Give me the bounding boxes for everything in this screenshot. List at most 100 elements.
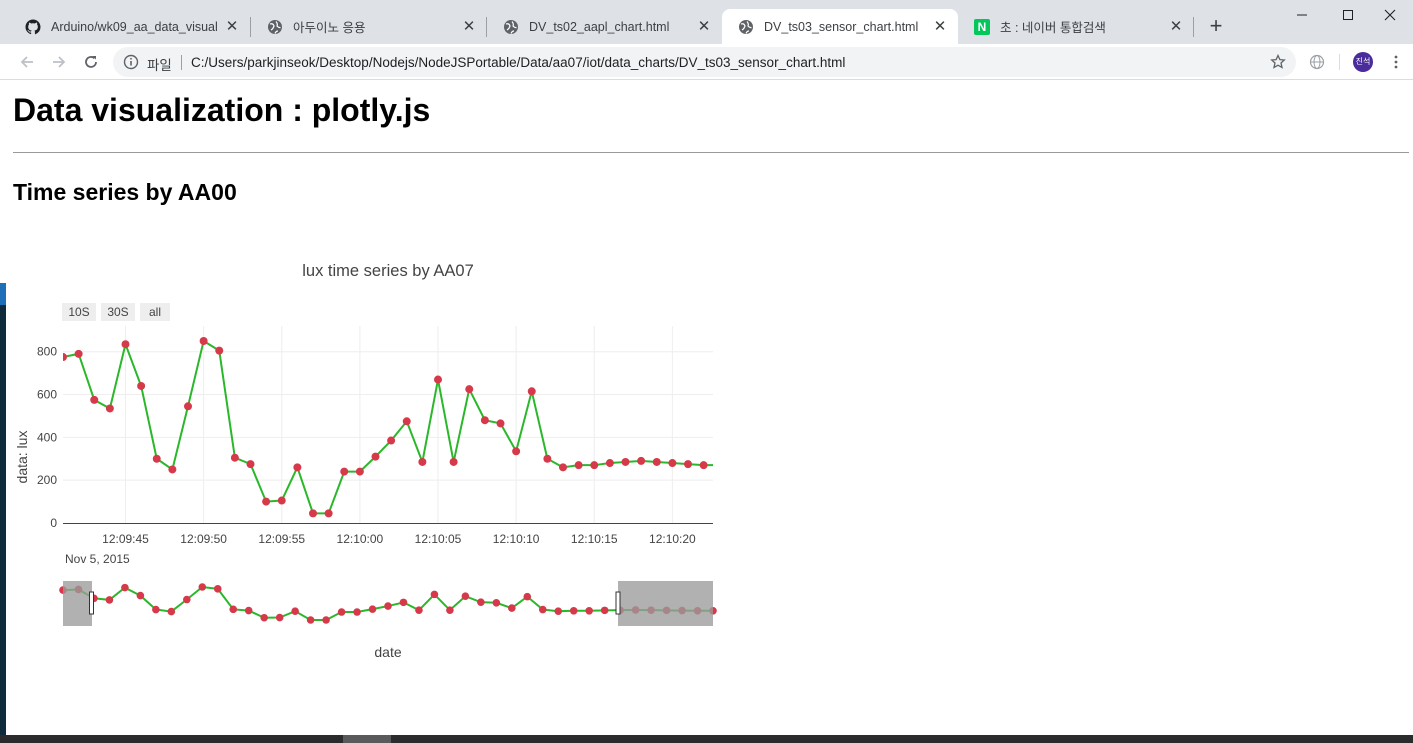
range-slider-point <box>446 606 454 614</box>
data-point[interactable] <box>715 461 723 469</box>
new-tab-button[interactable]: + <box>1203 14 1229 40</box>
profile-avatar[interactable]: 진석 <box>1353 52 1373 72</box>
range-slider[interactable] <box>59 581 717 626</box>
data-point[interactable] <box>74 349 83 358</box>
data-point[interactable] <box>496 419 505 428</box>
data-point[interactable] <box>434 375 442 384</box>
data-point[interactable] <box>371 452 380 461</box>
data-point[interactable] <box>340 467 349 476</box>
data-point[interactable] <box>105 404 114 413</box>
tab-strip: Arduino/wk09_aa_data_visualiza ✕ 아두이노 응용… <box>0 0 1413 44</box>
back-button[interactable] <box>13 48 41 76</box>
data-point[interactable] <box>480 416 489 425</box>
translate-extension-button[interactable] <box>1303 48 1331 76</box>
data-point[interactable] <box>512 447 521 456</box>
range-slider-point <box>538 605 547 614</box>
grid-lines <box>63 326 713 523</box>
tab-title: 아두이노 응용 <box>293 21 366 35</box>
data-point[interactable] <box>184 402 192 411</box>
info-icon[interactable] <box>123 54 139 70</box>
data-point[interactable] <box>121 340 130 349</box>
data-point[interactable] <box>90 395 99 404</box>
data-point[interactable] <box>527 387 536 396</box>
scrollbar-thumb[interactable] <box>343 735 391 743</box>
plotly-chart[interactable]: lux time series by AA07 10S 30S all 0 200… <box>0 81 1413 735</box>
data-point[interactable] <box>637 456 646 465</box>
minimize-button[interactable] <box>1279 0 1325 30</box>
data-point[interactable] <box>402 417 411 426</box>
data-point[interactable] <box>309 509 317 518</box>
data-trace[interactable] <box>59 336 723 518</box>
star-icon[interactable] <box>1270 54 1286 70</box>
data-point[interactable] <box>684 460 692 469</box>
range-slider-point <box>306 616 315 624</box>
data-point[interactable] <box>652 457 661 466</box>
tab-title: Arduino/wk09_aa_data_visualiza <box>51 19 218 34</box>
close-icon[interactable]: ✕ <box>1168 18 1184 35</box>
data-point[interactable] <box>277 496 286 505</box>
address-bar[interactable]: 파일 C:/Users/parkjinseok/Desktop/Nodejs/N… <box>113 47 1296 77</box>
range-slider-handle-left[interactable] <box>89 591 94 615</box>
data-point[interactable] <box>324 509 333 518</box>
data-point[interactable] <box>387 436 396 445</box>
data-point[interactable] <box>449 457 458 466</box>
data-point[interactable] <box>230 453 239 462</box>
data-point[interactable] <box>262 497 271 506</box>
range-button-10s[interactable]: 10S <box>62 303 96 321</box>
data-point[interactable] <box>621 457 630 466</box>
range-slider-handle-right[interactable] <box>615 591 621 615</box>
scheme-label: 파일 <box>147 58 172 73</box>
x-tick-label: 12:10:00 <box>337 532 384 546</box>
data-point[interactable] <box>418 457 427 466</box>
browser-toolbar: 파일 C:/Users/parkjinseok/Desktop/Nodejs/N… <box>0 44 1413 80</box>
data-point[interactable] <box>605 459 614 468</box>
tab-title: DV_ts02_aapl_chart.html <box>529 19 670 34</box>
y-tick-labels: 0 200 400 600 800 <box>37 345 57 530</box>
maximize-button[interactable] <box>1325 0 1371 30</box>
url-text[interactable]: C:/Users/parkjinseok/Desktop/Nodejs/Node… <box>191 55 845 70</box>
tab-github[interactable]: Arduino/wk09_aa_data_visualiza ✕ <box>9 9 250 44</box>
globe-icon <box>738 19 754 35</box>
desktop-edge-accent <box>0 283 6 305</box>
tab-arduino[interactable]: 아두이노 응용 ✕ <box>251 9 487 44</box>
data-point[interactable] <box>293 463 302 472</box>
horizontal-scrollbar[interactable] <box>0 735 1413 743</box>
close-icon[interactable]: ✕ <box>461 18 477 35</box>
close-window-button[interactable] <box>1367 0 1413 30</box>
page-content: Data visualization : plotly.js Time seri… <box>0 81 1413 735</box>
range-slider-point <box>415 606 423 614</box>
reload-button[interactable] <box>77 48 105 76</box>
data-point[interactable] <box>559 463 567 472</box>
data-point[interactable] <box>355 467 364 476</box>
data-point[interactable] <box>59 353 67 362</box>
range-slider-point <box>384 602 392 610</box>
data-point[interactable] <box>168 465 177 474</box>
tab-naver[interactable]: N 초 : 네이버 통합검색 ✕ <box>958 9 1194 44</box>
close-icon[interactable]: ✕ <box>932 18 948 35</box>
data-point[interactable] <box>668 459 677 468</box>
data-point[interactable] <box>152 454 161 463</box>
range-button-30s[interactable]: 30S <box>101 303 135 321</box>
data-point[interactable] <box>215 346 224 355</box>
tab-aapl-chart[interactable]: DV_ts02_aapl_chart.html ✕ <box>487 9 722 44</box>
toolbar-separator <box>1339 54 1340 70</box>
data-point[interactable] <box>199 336 208 345</box>
tab-separator <box>1193 17 1194 37</box>
data-point[interactable] <box>465 385 474 394</box>
range-button-all[interactable]: all <box>140 303 170 321</box>
menu-button[interactable] <box>1382 48 1410 76</box>
data-point[interactable] <box>137 381 146 390</box>
data-point[interactable] <box>574 461 583 470</box>
tab-sensor-chart[interactable]: DV_ts03_sensor_chart.html ✕ <box>722 9 958 44</box>
close-icon[interactable]: ✕ <box>224 18 240 35</box>
data-point[interactable] <box>699 461 708 470</box>
tab-title: 초 : 네이버 통합검색 <box>1000 21 1106 35</box>
range-slider-point <box>353 608 361 616</box>
range-slider-point <box>477 598 485 606</box>
forward-button[interactable] <box>45 48 73 76</box>
data-point[interactable] <box>246 460 255 469</box>
range-slider-point <box>136 591 145 600</box>
close-icon[interactable]: ✕ <box>696 18 712 35</box>
data-point[interactable] <box>590 461 599 470</box>
data-point[interactable] <box>543 454 552 463</box>
